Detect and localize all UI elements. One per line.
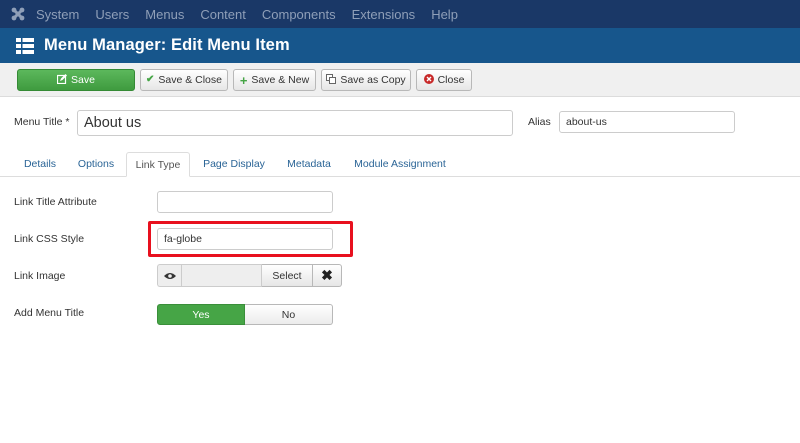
link-title-attribute-input[interactable] — [157, 191, 333, 213]
save-as-copy-button[interactable]: Save as Copy — [321, 69, 411, 91]
menu-system[interactable]: System — [36, 7, 79, 22]
tab-metadata[interactable]: Metadata — [279, 152, 339, 176]
save-label: Save — [71, 74, 95, 86]
link-title-attribute-label: Link Title Attribute — [14, 196, 97, 208]
toolbar: Save ✔ Save & Close + Save & New Save as… — [0, 63, 800, 97]
top-navigation: System Users Menus Content Components Ex… — [0, 0, 800, 28]
copy-icon — [326, 73, 337, 87]
save-close-button[interactable]: ✔ Save & Close — [140, 69, 228, 91]
tab-page-display[interactable]: Page Display — [196, 152, 272, 176]
tab-module-assignment[interactable]: Module Assignment — [346, 152, 454, 176]
tab-options[interactable]: Options — [68, 152, 124, 176]
save-new-label: Save & New — [251, 74, 310, 86]
save-button[interactable]: Save — [17, 69, 135, 91]
menu-title-input[interactable]: About us — [77, 110, 513, 136]
tabs-divider — [0, 176, 800, 177]
check-icon: ✔ — [145, 74, 155, 85]
alias-value: about-us — [566, 116, 607, 128]
menu-components[interactable]: Components — [262, 7, 336, 22]
link-image-path — [181, 264, 262, 287]
menu-title-label: Menu Title * — [14, 116, 70, 128]
edit-icon — [56, 73, 68, 87]
image-select-button[interactable]: Select — [262, 264, 313, 287]
alias-label: Alias — [528, 116, 551, 128]
eye-icon[interactable] — [157, 264, 181, 287]
page-header: Menu Manager: Edit Menu Item — [0, 28, 800, 63]
close-label: Close — [437, 74, 465, 86]
menu-extensions[interactable]: Extensions — [352, 7, 416, 22]
menu-help[interactable]: Help — [431, 7, 458, 22]
menu-content[interactable]: Content — [200, 7, 246, 22]
toggle-no-button[interactable]: No — [245, 304, 333, 325]
close-icon[interactable]: ✖ — [313, 264, 342, 287]
menu-users[interactable]: Users — [95, 7, 129, 22]
link-css-style-label: Link CSS Style — [14, 233, 85, 245]
close-button[interactable]: Close — [416, 69, 472, 91]
toggle-yes-button[interactable]: Yes — [157, 304, 245, 325]
save-as-copy-label: Save as Copy — [340, 74, 406, 86]
add-menu-title-toggle: Yes No — [157, 304, 333, 325]
cancel-circle-icon — [423, 73, 434, 87]
add-menu-title-label: Add Menu Title — [14, 307, 85, 319]
save-close-label: Save & Close — [158, 74, 222, 86]
page-title: Menu Manager: Edit Menu Item — [44, 36, 290, 54]
tab-link-type[interactable]: Link Type — [126, 152, 190, 177]
plus-icon: + — [239, 72, 248, 88]
save-new-button[interactable]: + Save & New — [233, 69, 316, 91]
link-css-style-value: fa-globe — [164, 233, 202, 245]
tab-details[interactable]: Details — [14, 152, 66, 176]
alias-input[interactable]: about-us — [559, 111, 735, 133]
link-css-style-input[interactable]: fa-globe — [157, 228, 333, 250]
menu-title-value: About us — [84, 115, 142, 131]
joomla-logo-icon[interactable] — [0, 0, 36, 28]
link-image-field: Select ✖ — [157, 264, 342, 287]
link-image-label: Link Image — [14, 270, 66, 282]
menu-menus[interactable]: Menus — [145, 7, 184, 22]
menu-list-icon — [16, 37, 34, 54]
